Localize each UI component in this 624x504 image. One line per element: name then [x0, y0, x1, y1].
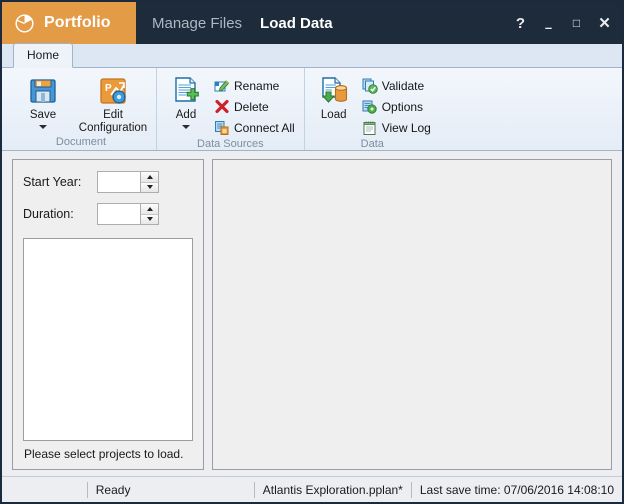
ribbon-group-data: Load Validate Options View Log Data [303, 68, 440, 150]
start-year-label: Start Year: [23, 175, 82, 189]
ribbon-group-document-items: Save P Edit Configuration [12, 68, 150, 135]
ribbon: Home Save P Edit Configuration Document … [2, 43, 622, 151]
validate-label: Validate [381, 78, 425, 93]
edit-configuration-button[interactable]: P Edit Configuration [76, 72, 150, 134]
start-year-stepper[interactable] [97, 171, 159, 193]
ribbon-group-data-items: Load Validate Options View Log [311, 68, 434, 137]
data-small-buttons: Validate Options View Log [359, 72, 434, 137]
chevron-up-icon [146, 174, 153, 179]
delete-label: Delete [234, 99, 269, 114]
floppy-disk-icon [30, 79, 56, 103]
status-file-name: Atlantis Exploration.pplan* [253, 481, 411, 498]
chevron-down-icon [146, 217, 153, 222]
ribbon-group-document: Save P Edit Configuration Document [6, 68, 156, 150]
brand-area[interactable]: Portfolio [2, 2, 136, 44]
add-document-icon [175, 77, 199, 102]
rename-icon [214, 79, 230, 92]
top-menu: Manage Files Load Data [136, 2, 513, 44]
load-button-label: Load [320, 109, 347, 121]
options-button[interactable]: Options [359, 97, 434, 116]
view-log-icon [363, 121, 376, 135]
chevron-up-icon [146, 206, 153, 211]
duration-increment-button[interactable] [141, 204, 158, 214]
view-log-label: View Log [381, 120, 431, 135]
svg-text:P: P [105, 83, 112, 94]
rename-label: Rename [234, 78, 280, 93]
save-button[interactable]: Save [12, 72, 74, 129]
edit-configuration-label-line1: Edit [103, 109, 123, 121]
project-list[interactable] [23, 238, 193, 441]
start-year-spin-buttons [140, 172, 158, 192]
ribbon-group-document-title: Document [55, 136, 107, 148]
project-list-hint: Please select projects to load. [24, 447, 184, 461]
project-selection-panel: Start Year: Duration: Please select proj… [12, 159, 204, 470]
close-icon[interactable]: ✕ [597, 16, 612, 31]
save-button-label: Save [29, 109, 57, 121]
start-year-input[interactable] [98, 172, 140, 192]
maximize-icon[interactable]: □ [569, 17, 584, 29]
edit-configuration-label: Edit Configuration [79, 109, 147, 134]
brand-label: Portfolio [44, 14, 111, 31]
duration-input[interactable] [98, 204, 140, 224]
pie-chart-icon [15, 13, 34, 33]
validate-button[interactable]: Validate [359, 76, 434, 95]
connect-all-button[interactable]: Connect All [211, 118, 298, 137]
duration-decrement-button[interactable] [141, 213, 158, 224]
options-gear-icon [362, 100, 377, 114]
start-year-increment-button[interactable] [141, 172, 158, 182]
ribbon-group-data-title: Data [360, 138, 384, 150]
connect-all-label: Connect All [234, 120, 295, 135]
ribbon-body: Save P Edit Configuration Document Add R… [2, 68, 622, 150]
minimize-icon[interactable]: – [541, 21, 556, 34]
data-sources-small-buttons: Rename Delete Connect All [211, 72, 298, 137]
start-year-row: Start Year: [23, 170, 193, 194]
add-dropdown-caret[interactable] [182, 124, 190, 129]
menu-item-load-data[interactable]: Load Data [260, 15, 333, 32]
main-content: Start Year: Duration: Please select proj… [2, 151, 622, 476]
edit-configuration-label-line2: Configuration [78, 121, 148, 134]
status-last-save: Last save time: 07/06/2016 14:08:10 [410, 481, 622, 498]
menu-item-manage-files[interactable]: Manage Files [152, 15, 242, 32]
edit-configuration-icon: P [100, 78, 126, 104]
delete-x-icon [215, 99, 229, 113]
status-ready: Ready [86, 481, 254, 498]
ribbon-tabstrip: Home [2, 43, 622, 68]
options-label: Options [381, 99, 424, 114]
load-button[interactable]: Load [311, 72, 357, 122]
ribbon-group-data-sources-items: Add Rename Delete Connect All [163, 68, 298, 137]
tab-home[interactable]: Home [13, 43, 74, 68]
delete-button[interactable]: Delete [211, 97, 298, 116]
title-bar: Portfolio Manage Files Load Data ? – □ ✕ [2, 2, 622, 44]
duration-spin-buttons [140, 204, 158, 224]
ribbon-group-data-sources-title: Data Sources [197, 138, 264, 150]
start-year-decrement-button[interactable] [141, 181, 158, 192]
ribbon-group-data-sources: Add Rename Delete Connect All Data Sourc… [156, 68, 304, 150]
view-log-button[interactable]: View Log [359, 118, 434, 137]
data-preview-panel[interactable] [212, 159, 612, 470]
add-button-label: Add [175, 109, 197, 121]
duration-row: Duration: [23, 202, 193, 226]
rename-button[interactable]: Rename [211, 76, 298, 95]
load-database-icon [321, 77, 347, 103]
save-dropdown-caret[interactable] [39, 124, 47, 129]
validate-check-icon [362, 78, 378, 94]
duration-stepper[interactable] [97, 203, 159, 225]
window-controls: ? – □ ✕ [513, 2, 622, 44]
application-window: Portfolio Manage Files Load Data ? – □ ✕… [0, 0, 624, 504]
status-bar: Ready Atlantis Exploration.pplan* Last s… [2, 476, 622, 502]
connect-all-icon [215, 120, 229, 135]
help-icon[interactable]: ? [513, 16, 528, 31]
chevron-down-icon [146, 185, 153, 190]
add-button[interactable]: Add [163, 72, 209, 129]
duration-label: Duration: [23, 207, 74, 221]
